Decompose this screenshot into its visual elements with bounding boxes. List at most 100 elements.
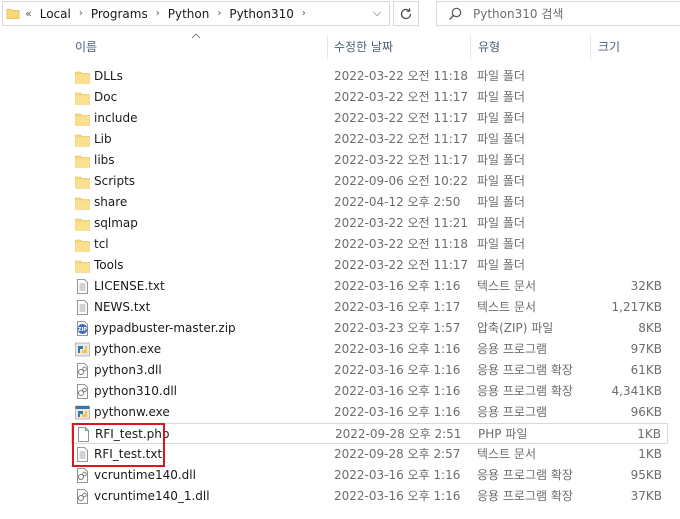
python-exe-icon [75, 342, 90, 357]
file-row[interactable]: RFI_test.php 2022-09-28 오후 2:51 PHP 파일 1KB [71, 423, 668, 444]
navigation-bar: « Local › Programs › Python › Python310 … [0, 0, 680, 30]
file-size: 1KB [638, 447, 662, 461]
refresh-icon [400, 7, 412, 19]
file-row[interactable]: tcl 2022-03-22 오전 11:18 파일 폴더 [71, 234, 668, 255]
pythonw-exe-icon [75, 405, 90, 420]
chevron-right-icon[interactable]: › [79, 8, 83, 19]
breadcrumb: « Local › Programs › Python › Python310 … [25, 2, 314, 25]
dll-file-icon [77, 468, 88, 483]
file-name: RFI_test.php [95, 427, 170, 441]
file-name: LICENSE.txt [94, 279, 165, 293]
folder-icon [75, 155, 90, 168]
file-row[interactable]: python.exe 2022-03-16 오후 1:16 응용 프로그램 97KB [71, 339, 668, 360]
chevron-right-icon[interactable]: › [156, 8, 160, 19]
file-row[interactable]: pythonw.exe 2022-03-16 오후 1:16 응용 프로그램 96KB [71, 402, 668, 423]
file-type: 파일 폴더 [477, 237, 525, 251]
file-name: DLLs [94, 69, 123, 83]
file-row[interactable]: sqlmap 2022-03-22 오전 11:21 파일 폴더 [71, 213, 668, 234]
folder-icon [75, 176, 90, 189]
breadcrumb-item-python[interactable]: Python [168, 7, 210, 21]
column-divider[interactable] [590, 35, 591, 59]
file-size: 97KB [630, 342, 662, 356]
file-date: 2022-03-22 오전 11:17 [334, 132, 469, 146]
file-name: python3.dll [94, 363, 162, 377]
chevron-right-icon[interactable]: › [302, 8, 306, 19]
file-type: 파일 폴더 [477, 69, 525, 83]
breadcrumb-overflow-button[interactable]: « [25, 7, 32, 20]
file-date: 2022-03-16 오후 1:16 [334, 489, 461, 503]
file-type: 압축(ZIP) 파일 [477, 321, 554, 335]
file-size: 37KB [630, 489, 662, 503]
file-name: libs [94, 153, 115, 167]
text-file-icon [77, 279, 88, 294]
chevron-down-icon[interactable]: ⌵ [370, 6, 384, 20]
file-type: 파일 폴더 [477, 258, 525, 272]
file-row[interactable]: ZIP pypadbuster-master.zip 2022-03-23 오후 1… [71, 318, 668, 339]
file-size: 4,341KB [611, 384, 662, 398]
file-row[interactable]: DLLs 2022-03-22 오전 11:18 파일 폴더 [71, 66, 668, 87]
file-date: 2022-09-28 오후 2:57 [334, 447, 461, 461]
file-size: 1,217KB [611, 300, 662, 314]
breadcrumb-item-python310[interactable]: Python310 [229, 7, 294, 21]
file-row[interactable]: python3.dll 2022-03-16 오후 1:16 응용 프로그램 확장 6… [71, 360, 668, 381]
file-type: 파일 폴더 [477, 132, 525, 146]
file-name: NEWS.txt [94, 300, 151, 314]
search-box[interactable] [436, 1, 680, 26]
file-date: 2022-03-22 오전 11:17 [334, 90, 469, 104]
file-date: 2022-03-16 오후 1:16 [334, 279, 461, 293]
file-row[interactable]: RFI_test.txt 2022-09-28 오후 2:57 텍스트 문서 1KB [71, 444, 668, 465]
file-type: 파일 폴더 [477, 90, 525, 104]
file-row[interactable]: NEWS.txt 2022-03-16 오후 1:17 텍스트 문서 1,217KB [71, 297, 668, 318]
file-date: 2022-03-22 오전 11:18 [334, 237, 469, 251]
folder-icon [75, 92, 90, 105]
file-date: 2022-03-22 오전 11:17 [334, 111, 469, 125]
file-icon [78, 427, 89, 442]
column-header-size[interactable]: 크기 [598, 33, 620, 61]
file-row[interactable]: LICENSE.txt 2022-03-16 오후 1:16 텍스트 문서 32KB [71, 276, 668, 297]
file-type: 텍스트 문서 [477, 300, 537, 314]
column-header-date[interactable]: 수정한 날짜 [334, 33, 393, 61]
file-row[interactable]: vcruntime140_1.dll 2022-03-16 오후 1:16 응용 프… [71, 486, 668, 507]
folder-icon [75, 239, 90, 252]
file-type: PHP 파일 [478, 427, 528, 441]
file-type: 응용 프로그램 확장 [477, 468, 573, 482]
breadcrumb-item-programs[interactable]: Programs [91, 7, 148, 21]
file-row[interactable]: vcruntime140.dll 2022-03-16 오후 1:16 응용 프로그… [71, 465, 668, 486]
file-row[interactable]: libs 2022-03-22 오전 11:17 파일 폴더 [71, 150, 668, 171]
file-row[interactable]: include 2022-03-22 오전 11:17 파일 폴더 [71, 108, 668, 129]
file-row[interactable]: Scripts 2022-09-06 오전 10:22 파일 폴더 [71, 171, 668, 192]
file-size: 61KB [630, 363, 662, 377]
folder-icon [6, 8, 20, 20]
file-name: python.exe [94, 342, 162, 356]
file-row[interactable]: Lib 2022-03-22 오전 11:17 파일 폴더 [71, 129, 668, 150]
file-name: Lib [94, 132, 112, 146]
svg-text:ZIP: ZIP [78, 327, 87, 333]
file-date: 2022-03-22 오전 11:17 [334, 153, 469, 167]
file-row[interactable]: Tools 2022-03-22 오전 11:17 파일 폴더 [71, 255, 668, 276]
column-divider[interactable] [470, 35, 471, 59]
file-row[interactable]: share 2022-04-12 오후 2:50 파일 폴더 [71, 192, 668, 213]
column-header-name[interactable]: 이름 [75, 33, 97, 61]
search-input[interactable] [473, 5, 663, 22]
file-date: 2022-03-16 오후 1:17 [334, 300, 461, 314]
file-date: 2022-03-23 오후 1:57 [334, 321, 461, 335]
refresh-button[interactable] [393, 1, 419, 26]
file-type: 파일 폴더 [477, 216, 525, 230]
file-name: RFI_test.txt [94, 447, 163, 461]
column-divider[interactable] [327, 35, 328, 59]
sort-ascending-icon[interactable] [191, 32, 201, 40]
chevron-right-icon[interactable]: › [217, 8, 221, 19]
column-header-type[interactable]: 유형 [478, 33, 500, 61]
file-type: 응용 프로그램 [477, 342, 548, 356]
file-name: sqlmap [94, 216, 138, 230]
file-type: 파일 폴더 [477, 111, 525, 125]
file-row[interactable]: Doc 2022-03-22 오전 11:17 파일 폴더 [71, 87, 668, 108]
file-type: 응용 프로그램 확장 [477, 384, 573, 398]
file-size: 96KB [630, 405, 662, 419]
file-row[interactable]: python310.dll 2022-03-16 오후 1:16 응용 프로그램 확… [71, 381, 668, 402]
address-bar[interactable]: « Local › Programs › Python › Python310 … [2, 1, 390, 26]
dll-file-icon [77, 489, 88, 504]
file-name: Doc [94, 90, 118, 104]
breadcrumb-item-local[interactable]: Local [40, 7, 71, 21]
file-type: 파일 폴더 [477, 195, 525, 209]
